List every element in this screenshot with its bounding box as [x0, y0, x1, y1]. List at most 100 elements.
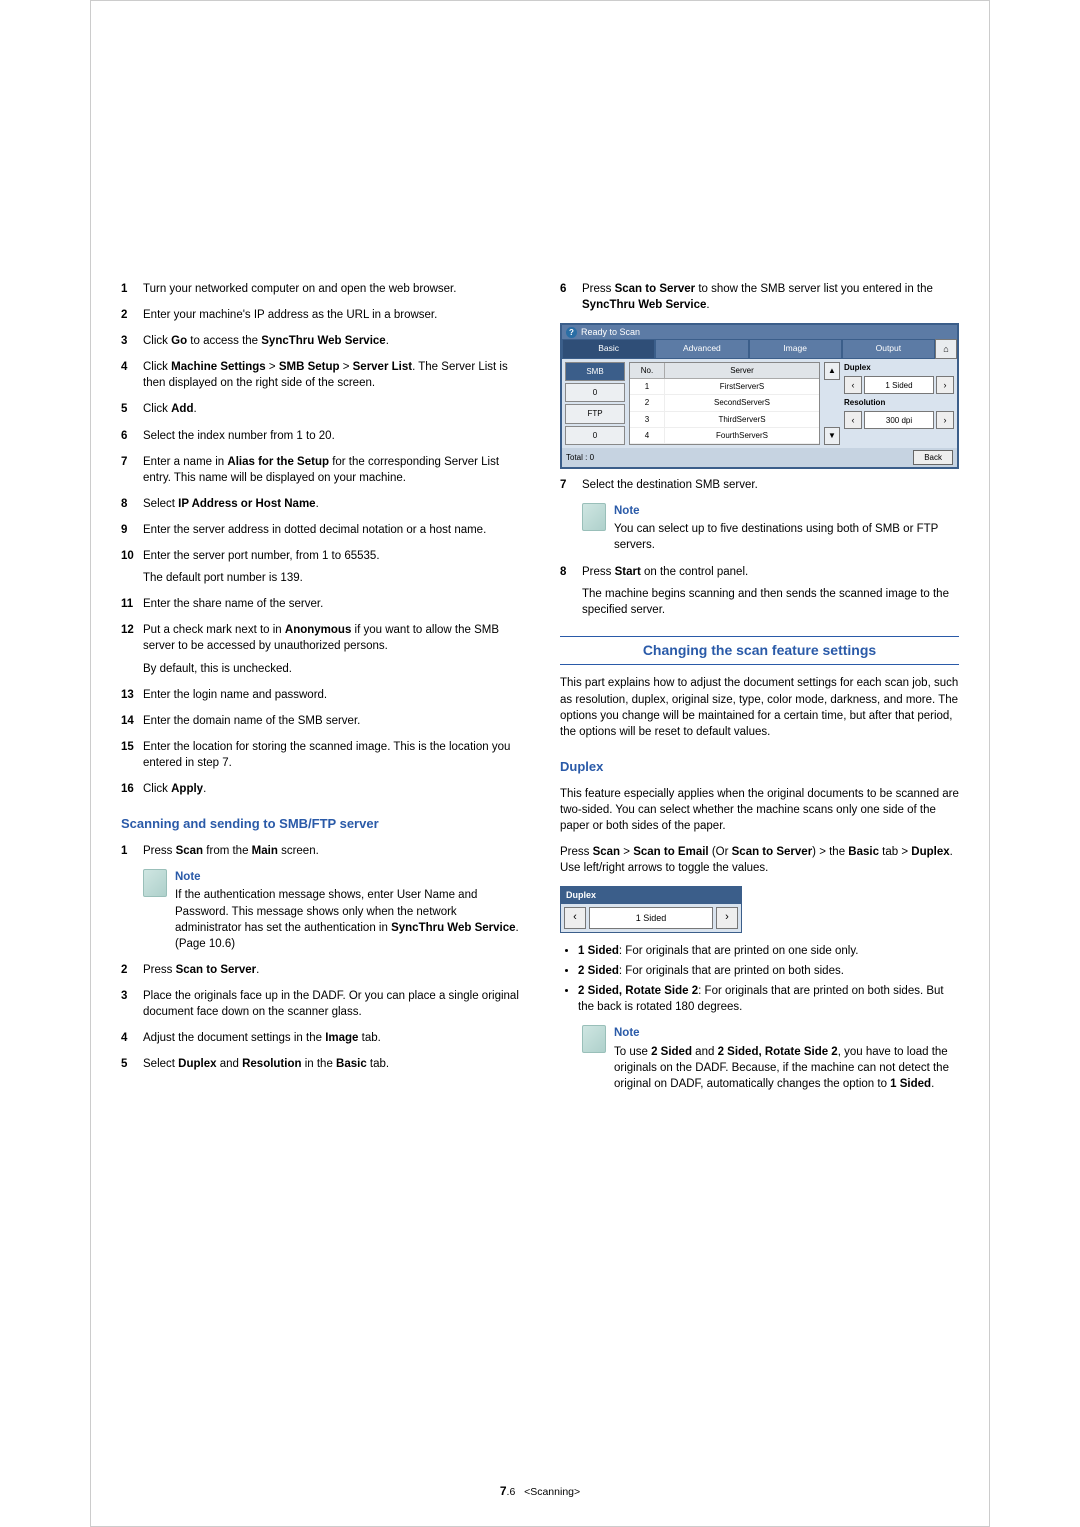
resolution-label: Resolution: [844, 397, 954, 408]
scan-send-steps-2: 2Press Scan to Server.3Place the origina…: [121, 962, 520, 1072]
step-item: 13Enter the login name and password.: [121, 687, 520, 703]
duplex-widget-next-button[interactable]: ›: [716, 907, 738, 929]
duplex-para2: Press Scan > Scan to Email (Or Scan to S…: [560, 844, 959, 876]
step-item: 6Select the index number from 1 to 20.: [121, 428, 520, 444]
step-number: 1: [121, 281, 143, 297]
step-item: 5Select Duplex and Resolution in the Bas…: [121, 1056, 520, 1072]
duplex-heading: Duplex: [560, 758, 959, 776]
step-item: 15Enter the location for storing the sca…: [121, 739, 520, 771]
back-button[interactable]: Back: [913, 450, 953, 465]
scroll-up-icon[interactable]: ▲: [824, 362, 840, 380]
duplex-widget-value: 1 Sided: [589, 907, 713, 929]
note-auth: Note If the authentication message shows…: [143, 869, 520, 951]
list-item: 2 Sided: For originals that are printed …: [578, 963, 959, 979]
step-body: Enter the server address in dotted decim…: [143, 522, 520, 538]
ui-tabs: Basic Advanced Image Output ⌂: [562, 339, 957, 359]
step-item: 4Click Machine Settings > SMB Setup > Se…: [121, 359, 520, 391]
step-number: 7: [121, 454, 143, 486]
step-number: 4: [121, 1030, 143, 1046]
table-row[interactable]: 2SecondServerS: [630, 395, 819, 411]
cell-server: FirstServerS: [665, 379, 819, 394]
step-item: 7Enter a name in Alias for the Setup for…: [121, 454, 520, 486]
step-body: Enter the server port number, from 1 to …: [143, 548, 520, 586]
step-item: 3Place the originals face up in the DADF…: [121, 988, 520, 1020]
step-body: Place the originals face up in the DADF.…: [143, 988, 520, 1020]
scrollbar[interactable]: ▲ ▼: [824, 362, 840, 445]
duplex-next-button[interactable]: ›: [936, 376, 954, 394]
duplex-label: Duplex: [844, 362, 954, 373]
scan-send-steps-4: 7Select the destination SMB server.: [560, 477, 959, 493]
duplex-widget-title: Duplex: [561, 887, 741, 904]
step-body: Adjust the document settings in the Imag…: [143, 1030, 520, 1046]
step-number: 3: [121, 333, 143, 349]
step-number: 14: [121, 713, 143, 729]
scan-send-steps-5: 8Press Start on the control panel.The ma…: [560, 564, 959, 618]
step-body: Select IP Address or Host Name.: [143, 496, 520, 512]
resolution-value: 300 dpi: [864, 411, 934, 429]
subheading-scan-send-smb-ftp: Scanning and sending to SMB/FTP server: [121, 815, 520, 833]
step-item: 1Press Scan from the Main screen.: [121, 843, 520, 859]
ui-title: Ready to Scan: [581, 326, 640, 339]
step-item: 12Put a check mark next to in Anonymous …: [121, 622, 520, 676]
left-tab-ftp[interactable]: FTP: [565, 404, 625, 423]
step-number: 12: [121, 622, 143, 676]
help-icon[interactable]: ?: [566, 327, 577, 338]
th-no: No.: [630, 363, 665, 378]
scroll-down-icon[interactable]: ▼: [824, 427, 840, 445]
cell-server: SecondServerS: [665, 395, 819, 410]
table-row[interactable]: 1FirstServerS: [630, 379, 819, 395]
list-item: 1 Sided: For originals that are printed …: [578, 943, 959, 959]
step-number: 13: [121, 687, 143, 703]
step-number: 8: [560, 564, 582, 618]
duplex-prev-button[interactable]: ‹: [844, 376, 862, 394]
note-title: Note: [614, 1025, 959, 1041]
duplex-options-list: 1 Sided: For originals that are printed …: [560, 943, 959, 1015]
scan-send-steps-3: 6Press Scan to Server to show the SMB se…: [560, 281, 959, 313]
th-server: Server: [665, 363, 819, 378]
note-title: Note: [175, 869, 520, 885]
duplex-control: Duplex ‹ 1 Sided ›: [560, 886, 742, 933]
step-body: Enter the domain name of the SMB server.: [143, 713, 520, 729]
note-duplex-dadf: Note To use 2 Sided and 2 Sided, Rotate …: [582, 1025, 959, 1091]
note-icon: [582, 1025, 606, 1053]
step-body: Press Scan to Server to show the SMB ser…: [582, 281, 959, 313]
tab-advanced[interactable]: Advanced: [655, 339, 748, 359]
step-item: 2Press Scan to Server.: [121, 962, 520, 978]
step-item: 2Enter your machine's IP address as the …: [121, 307, 520, 323]
cell-no: 1: [630, 379, 665, 394]
duplex-widget-prev-button[interactable]: ‹: [564, 907, 586, 929]
note-body-text: You can select up to five destinations u…: [614, 521, 959, 553]
left-tab-smb[interactable]: SMB: [565, 362, 625, 381]
step-body: Press Scan to Server.: [143, 962, 520, 978]
step-number: 6: [121, 428, 143, 444]
table-row[interactable]: 4FourthServerS: [630, 428, 819, 444]
step-body: Select Duplex and Resolution in the Basi…: [143, 1056, 520, 1072]
duplex-value: 1 Sided: [864, 376, 934, 394]
step-body: Click Add.: [143, 401, 520, 417]
tab-basic[interactable]: Basic: [562, 339, 655, 359]
step-item: 3Click Go to access the SyncThru Web Ser…: [121, 333, 520, 349]
step-number: 9: [121, 522, 143, 538]
tab-output[interactable]: Output: [842, 339, 935, 359]
step-number: 3: [121, 988, 143, 1020]
step-number: 2: [121, 962, 143, 978]
note-five-destinations: Note You can select up to five destinati…: [582, 503, 959, 553]
list-item: 2 Sided, Rotate Side 2: For originals th…: [578, 983, 959, 1015]
step-number: 2: [121, 307, 143, 323]
step-number: 16: [121, 781, 143, 797]
section-label: <Scanning>: [524, 1486, 580, 1498]
step-body: Click Machine Settings > SMB Setup > Ser…: [143, 359, 520, 391]
resolution-next-button[interactable]: ›: [936, 411, 954, 429]
tab-image[interactable]: Image: [749, 339, 842, 359]
step-number: 11: [121, 596, 143, 612]
register-server-steps: 1Turn your networked computer on and ope…: [121, 281, 520, 797]
resolution-prev-button[interactable]: ‹: [844, 411, 862, 429]
note-icon: [143, 869, 167, 897]
home-icon[interactable]: ⌂: [935, 339, 957, 359]
table-row[interactable]: 3ThirdServerS: [630, 412, 819, 428]
step-body: Put a check mark next to in Anonymous if…: [143, 622, 520, 676]
step-number: 6: [560, 281, 582, 313]
step-item: 7Select the destination SMB server.: [560, 477, 959, 493]
cell-no: 2: [630, 395, 665, 410]
ui-titlebar: ? Ready to Scan: [562, 325, 957, 339]
